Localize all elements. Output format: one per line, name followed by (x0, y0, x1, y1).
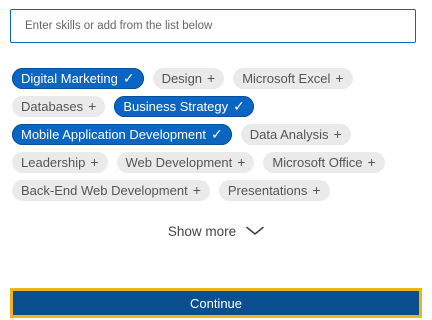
skill-chip-row: Mobile Application Development ✓ Data An… (12, 124, 424, 145)
skill-chip-presentations[interactable]: Presentations + (218, 180, 330, 201)
skill-chip-row: Databases + Business Strategy ✓ (12, 96, 424, 117)
show-more-label: Show more (167, 223, 237, 239)
checkmark-icon: ✓ (122, 70, 135, 86)
skill-chip-label: Microsoft Excel (242, 71, 331, 86)
skill-chip-row: Back-End Web Development + Presentations… (12, 180, 424, 201)
skill-chip-mobile-application-development[interactable]: Mobile Application Development ✓ (12, 124, 232, 145)
skill-chip-label: Digital Marketing (21, 71, 118, 86)
plus-icon: + (90, 154, 99, 170)
skill-chip-leadership[interactable]: Leadership + (12, 152, 108, 173)
skill-chip-label: Leadership (21, 155, 86, 170)
skill-chip-microsoft-excel[interactable]: Microsoft Excel + (233, 68, 353, 89)
plus-icon: + (335, 70, 344, 86)
chevron-down-icon (246, 226, 264, 235)
checkmark-icon: ✓ (233, 98, 245, 114)
skill-chip-label: Microsoft Office (272, 155, 363, 170)
skills-search-input[interactable] (11, 10, 415, 42)
skill-chip-label: Business Strategy (123, 99, 229, 114)
skill-chip-label: Design (161, 71, 203, 86)
skill-chip-web-development[interactable]: Web Development + (116, 152, 255, 173)
skill-chip-data-analysis[interactable]: Data Analysis + (240, 124, 351, 145)
skill-chip-back-end-web-development[interactable]: Back-End Web Development + (12, 180, 210, 201)
skill-chip-design[interactable]: Design + (152, 68, 225, 89)
skill-chip-label: Databases (21, 99, 84, 114)
skill-chip-digital-marketing[interactable]: Digital Marketing ✓ (12, 68, 144, 89)
skill-chip-label: Data Analysis (249, 127, 329, 142)
skill-chip-label: Web Development (125, 155, 233, 170)
skill-chip-row: Leadership + Web Development + Microsoft… (12, 152, 424, 173)
checkmark-icon: ✓ (211, 126, 223, 142)
plus-icon: + (367, 154, 376, 170)
skills-search-field[interactable] (10, 9, 416, 43)
plus-icon: + (192, 182, 201, 198)
continue-button[interactable]: Continue (10, 288, 422, 318)
skill-chip-microsoft-office[interactable]: Microsoft Office + (263, 152, 385, 173)
skill-chip-label: Mobile Application Development (21, 127, 206, 142)
plus-icon: + (237, 154, 246, 170)
skill-chip-label: Back-End Web Development (21, 183, 188, 198)
continue-button-label: Continue (189, 295, 243, 311)
skill-chip-list: Digital Marketing ✓ Design + Microsoft E… (12, 68, 424, 208)
plus-icon: + (333, 126, 342, 142)
plus-icon: + (88, 98, 97, 114)
skill-chip-business-strategy[interactable]: Business Strategy ✓ (114, 96, 254, 117)
skill-chip-row: Digital Marketing ✓ Design + Microsoft E… (12, 68, 424, 89)
plus-icon: + (312, 182, 321, 198)
skill-chip-databases[interactable]: Databases + (12, 96, 106, 117)
show-more-button[interactable]: Show more (0, 221, 432, 241)
skill-chip-label: Presentations (227, 183, 308, 198)
plus-icon: + (207, 70, 216, 86)
skills-picker: Digital Marketing ✓ Design + Microsoft E… (0, 0, 432, 320)
